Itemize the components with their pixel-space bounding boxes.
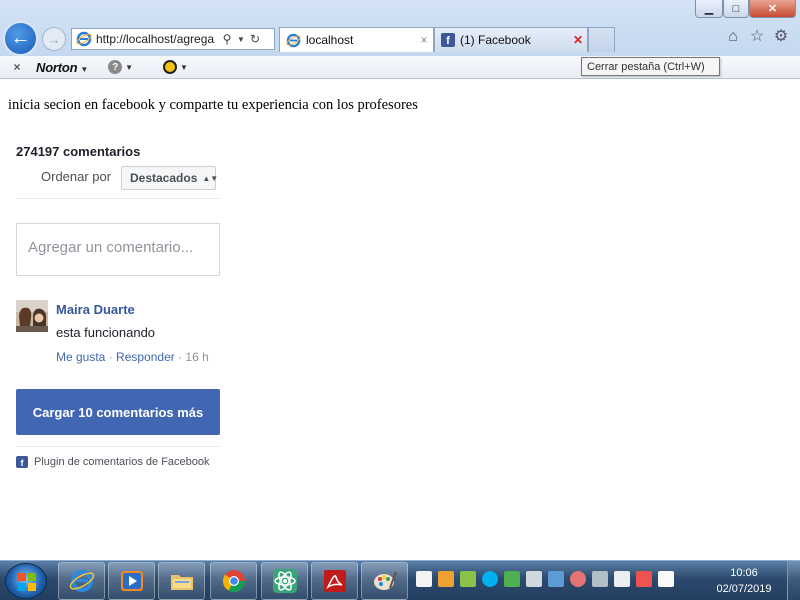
atom-icon <box>272 569 297 593</box>
norton-toolbar-button[interactable]: Norton ▼ <box>36 60 88 75</box>
avatar[interactable] <box>16 300 48 332</box>
close-tab-tooltip: Cerrar pestaña (Ctrl+W) <box>581 57 720 76</box>
browser-titlebar: ▁ □ ✕ ← → ⚲ ▼ ↻ localhost × f (1) Facebo… <box>0 0 800 56</box>
windows-taskbar: 10:06 02/07/2019 <box>0 560 800 600</box>
separator: · <box>174 350 186 364</box>
comment-count: 274197 comentarios <box>16 144 141 159</box>
tab-label: (1) Facebook <box>460 33 531 47</box>
ie-icon <box>76 31 92 47</box>
taskbar-chrome[interactable] <box>210 562 257 600</box>
file-explorer-icon <box>170 575 193 590</box>
favorites-star-icon[interactable]: ☆ <box>748 28 766 46</box>
norton-label: Norton <box>36 59 78 75</box>
help-icon[interactable]: ? <box>108 60 123 74</box>
show-desktop-button[interactable] <box>787 561 800 600</box>
like-link[interactable]: Me gusta <box>56 350 105 364</box>
action-center-icon[interactable] <box>636 571 652 587</box>
paint-icon <box>373 571 397 590</box>
safely-remove-icon[interactable] <box>658 571 674 587</box>
divider <box>16 198 220 199</box>
forward-arrow-icon: → <box>47 31 61 47</box>
clock-time: 10:06 <box>730 567 758 579</box>
comment-timestamp[interactable]: 16 h <box>185 350 208 364</box>
start-button[interactable] <box>5 563 47 599</box>
reply-link[interactable]: Responder <box>116 350 175 364</box>
user-photo-icon <box>16 300 48 332</box>
system-clock[interactable]: 10:06 02/07/2019 <box>708 565 780 597</box>
system-tray <box>416 571 674 587</box>
maximize-button[interactable]: □ <box>723 0 749 18</box>
taskbar-atom[interactable] <box>261 562 308 600</box>
minimize-button[interactable]: ▁ <box>695 0 723 18</box>
sort-select[interactable]: Destacados ▲▼ <box>121 166 219 190</box>
tray-app-icon[interactable] <box>438 571 454 587</box>
plugin-label: Plugin de comentarios de Facebook <box>34 456 210 468</box>
dropdown-arrow-icon[interactable]: ▼ <box>234 35 248 44</box>
home-icon[interactable]: ⌂ <box>724 28 742 46</box>
tab-localhost[interactable]: localhost × <box>279 27 434 52</box>
facebook-icon: f <box>16 456 28 468</box>
sort-value: Destacados <box>130 171 198 185</box>
safe-search-icon[interactable] <box>163 60 178 74</box>
volume-icon[interactable] <box>592 571 608 587</box>
tab-label: localhost <box>306 33 354 47</box>
chevron-down-icon[interactable]: ▼ <box>180 63 188 72</box>
separator: · <box>105 350 117 364</box>
tray-app-icon[interactable] <box>504 571 520 587</box>
close-window-button[interactable]: ✕ <box>749 0 796 18</box>
network-signal-icon[interactable] <box>614 571 630 587</box>
chevron-down-icon[interactable]: ▼ <box>125 63 133 72</box>
chevron-down-icon: ▼ <box>80 64 89 74</box>
close-tab-icon[interactable]: × <box>415 33 433 47</box>
facebook-icon: f <box>441 33 455 47</box>
chrome-icon <box>222 570 245 592</box>
address-bar[interactable]: ⚲ ▼ ↻ <box>71 28 275 50</box>
taskbar-internet-explorer[interactable] <box>58 562 105 600</box>
facebook-plugin-link[interactable]: f Plugin de comentarios de Facebook <box>16 456 210 468</box>
close-toolbar-icon[interactable]: × <box>6 60 28 74</box>
comment-author-link[interactable]: Maira Duarte <box>56 302 135 317</box>
ie-icon <box>286 33 301 47</box>
taskbar-file-explorer[interactable] <box>158 562 205 600</box>
close-tab-icon[interactable]: ✕ <box>569 33 587 47</box>
media-player-icon <box>120 571 143 591</box>
sort-label: Ordenar por <box>41 169 112 184</box>
search-icon[interactable]: ⚲ <box>220 32 234 46</box>
taskbar-paint[interactable] <box>361 562 408 600</box>
comment-actions: Me gusta · Responder · 16 h <box>56 350 209 364</box>
back-button[interactable]: ← <box>3 21 38 56</box>
speaker-icon[interactable] <box>526 571 542 587</box>
divider <box>16 446 220 447</box>
url-input[interactable] <box>96 32 220 46</box>
sort-arrows-icon: ▲▼ <box>202 173 219 183</box>
forward-button[interactable]: → <box>42 27 66 51</box>
skype-icon[interactable] <box>482 571 498 587</box>
intro-text: inicia secion en facebook y comparte tu … <box>8 97 418 113</box>
tray-app-icon[interactable] <box>416 571 432 587</box>
taskbar-media-player[interactable] <box>108 562 155 600</box>
tray-app-icon[interactable] <box>548 571 564 587</box>
browser-toolbar-icons: ⌂ ☆ ⚙ <box>724 28 790 46</box>
windows-logo-icon <box>18 573 36 591</box>
refresh-icon[interactable]: ↻ <box>248 32 262 46</box>
comment-input[interactable] <box>16 223 220 276</box>
gear-icon[interactable]: ⚙ <box>772 28 790 46</box>
clock-date: 02/07/2019 <box>716 583 772 595</box>
tray-app-icon[interactable] <box>570 571 586 587</box>
tab-facebook[interactable]: f (1) Facebook ✕ <box>434 27 588 52</box>
back-arrow-icon: ← <box>10 27 31 49</box>
load-more-comments-button[interactable]: Cargar 10 comentarios más <box>16 389 220 435</box>
new-tab-button[interactable] <box>588 27 615 52</box>
acrobat-icon <box>323 570 346 592</box>
internet-explorer-icon <box>69 570 94 592</box>
taskbar-acrobat[interactable] <box>311 562 358 600</box>
comment-text: esta funcionando <box>56 325 156 340</box>
tray-app-icon[interactable] <box>460 571 476 587</box>
